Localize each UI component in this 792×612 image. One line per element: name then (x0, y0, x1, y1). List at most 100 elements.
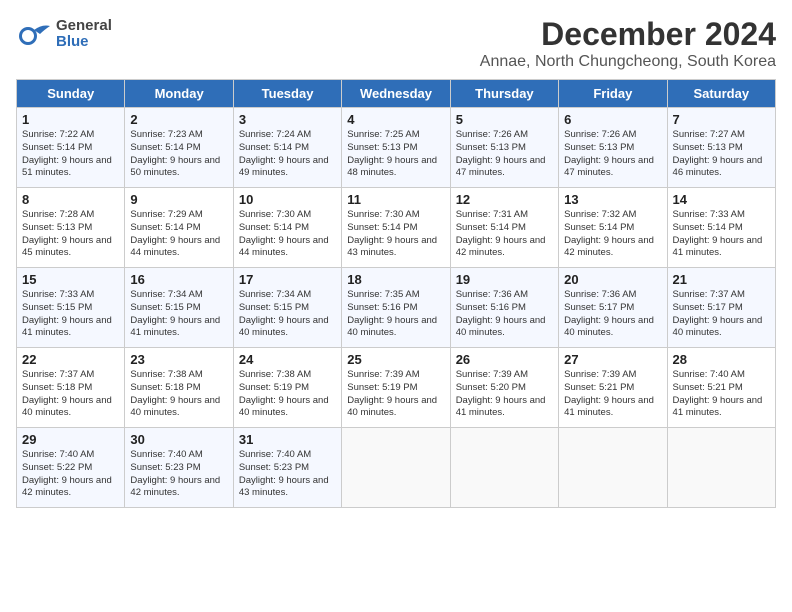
day-info: Sunrise: 7:34 AM Sunset: 5:15 PM Dayligh… (130, 289, 227, 340)
day-info: Sunrise: 7:30 AM Sunset: 5:14 PM Dayligh… (239, 209, 336, 260)
calendar-subtitle: Annae, North Chungcheong, South Korea (480, 53, 776, 71)
calendar-cell: 14 Sunrise: 7:33 AM Sunset: 5:14 PM Dayli… (667, 188, 775, 268)
day-number: 31 (239, 432, 336, 447)
day-info: Sunrise: 7:38 AM Sunset: 5:18 PM Dayligh… (130, 369, 227, 420)
calendar-cell: 23 Sunrise: 7:38 AM Sunset: 5:18 PM Dayli… (125, 348, 233, 428)
calendar-cell: 31 Sunrise: 7:40 AM Sunset: 5:23 PM Dayli… (233, 428, 341, 508)
day-number: 23 (130, 352, 227, 367)
day-info: Sunrise: 7:30 AM Sunset: 5:14 PM Dayligh… (347, 209, 444, 260)
day-info: Sunrise: 7:34 AM Sunset: 5:15 PM Dayligh… (239, 289, 336, 340)
day-number: 26 (456, 352, 553, 367)
weekday-header: Wednesday (342, 80, 450, 108)
day-number: 6 (564, 112, 661, 127)
calendar-cell: 18 Sunrise: 7:35 AM Sunset: 5:16 PM Dayli… (342, 268, 450, 348)
logo: General Blue (16, 16, 112, 52)
day-info: Sunrise: 7:29 AM Sunset: 5:14 PM Dayligh… (130, 209, 227, 260)
day-number: 3 (239, 112, 336, 127)
calendar-table: SundayMondayTuesdayWednesdayThursdayFrid… (16, 79, 776, 508)
day-info: Sunrise: 7:39 AM Sunset: 5:20 PM Dayligh… (456, 369, 553, 420)
weekday-header: Thursday (450, 80, 558, 108)
calendar-cell: 21 Sunrise: 7:37 AM Sunset: 5:17 PM Dayli… (667, 268, 775, 348)
day-info: Sunrise: 7:27 AM Sunset: 5:13 PM Dayligh… (673, 129, 770, 180)
day-info: Sunrise: 7:40 AM Sunset: 5:21 PM Dayligh… (673, 369, 770, 420)
page-header: General Blue December 2024 Annae, North … (16, 16, 776, 71)
day-info: Sunrise: 7:24 AM Sunset: 5:14 PM Dayligh… (239, 129, 336, 180)
calendar-cell (342, 428, 450, 508)
day-info: Sunrise: 7:39 AM Sunset: 5:19 PM Dayligh… (347, 369, 444, 420)
calendar-cell: 1Sunrise: 7:22 AM Sunset: 5:14 PM Daylig… (17, 108, 125, 188)
logo-text: General Blue (56, 18, 112, 51)
day-info: Sunrise: 7:33 AM Sunset: 5:15 PM Dayligh… (22, 289, 119, 340)
calendar-week-row: 29Sunrise: 7:40 AM Sunset: 5:22 PM Dayli… (17, 428, 776, 508)
logo-icon (16, 16, 52, 52)
calendar-cell: 4Sunrise: 7:25 AM Sunset: 5:13 PM Daylig… (342, 108, 450, 188)
day-info: Sunrise: 7:40 AM Sunset: 5:22 PM Dayligh… (22, 449, 119, 500)
day-info: Sunrise: 7:36 AM Sunset: 5:17 PM Dayligh… (564, 289, 661, 340)
calendar-cell: 22 Sunrise: 7:37 AM Sunset: 5:18 PM Dayli… (17, 348, 125, 428)
calendar-cell: 24Sunrise: 7:38 AM Sunset: 5:19 PM Dayli… (233, 348, 341, 428)
title-section: December 2024 Annae, North Chungcheong, … (480, 16, 776, 71)
calendar-title: December 2024 (480, 16, 776, 53)
calendar-cell (667, 428, 775, 508)
calendar-cell (559, 428, 667, 508)
day-info: Sunrise: 7:31 AM Sunset: 5:14 PM Dayligh… (456, 209, 553, 260)
day-number: 8 (22, 192, 119, 207)
day-number: 25 (347, 352, 444, 367)
calendar-cell: 16Sunrise: 7:34 AM Sunset: 5:15 PM Dayli… (125, 268, 233, 348)
calendar-week-row: 8 Sunrise: 7:28 AM Sunset: 5:13 PM Daylig… (17, 188, 776, 268)
day-info: Sunrise: 7:37 AM Sunset: 5:17 PM Dayligh… (673, 289, 770, 340)
day-info: Sunrise: 7:37 AM Sunset: 5:18 PM Dayligh… (22, 369, 119, 420)
day-info: Sunrise: 7:23 AM Sunset: 5:14 PM Dayligh… (130, 129, 227, 180)
calendar-cell: 29Sunrise: 7:40 AM Sunset: 5:22 PM Dayli… (17, 428, 125, 508)
calendar-cell: 13 Sunrise: 7:32 AM Sunset: 5:14 PM Dayli… (559, 188, 667, 268)
day-info: Sunrise: 7:40 AM Sunset: 5:23 PM Dayligh… (239, 449, 336, 500)
calendar-cell: 12 Sunrise: 7:31 AM Sunset: 5:14 PM Dayli… (450, 188, 558, 268)
day-number: 14 (673, 192, 770, 207)
day-number: 9 (130, 192, 227, 207)
day-info: Sunrise: 7:33 AM Sunset: 5:14 PM Dayligh… (673, 209, 770, 260)
weekday-header: Tuesday (233, 80, 341, 108)
weekday-header-row: SundayMondayTuesdayWednesdayThursdayFrid… (17, 80, 776, 108)
calendar-cell: 28Sunrise: 7:40 AM Sunset: 5:21 PM Dayli… (667, 348, 775, 428)
day-number: 19 (456, 272, 553, 287)
day-info: Sunrise: 7:40 AM Sunset: 5:23 PM Dayligh… (130, 449, 227, 500)
day-number: 2 (130, 112, 227, 127)
calendar-cell: 6 Sunrise: 7:26 AM Sunset: 5:13 PM Daylig… (559, 108, 667, 188)
day-number: 21 (673, 272, 770, 287)
calendar-week-row: 15 Sunrise: 7:33 AM Sunset: 5:15 PM Dayli… (17, 268, 776, 348)
day-number: 18 (347, 272, 444, 287)
day-info: Sunrise: 7:38 AM Sunset: 5:19 PM Dayligh… (239, 369, 336, 420)
day-info: Sunrise: 7:26 AM Sunset: 5:13 PM Dayligh… (564, 129, 661, 180)
day-number: 22 (22, 352, 119, 367)
day-info: Sunrise: 7:36 AM Sunset: 5:16 PM Dayligh… (456, 289, 553, 340)
calendar-cell: 8 Sunrise: 7:28 AM Sunset: 5:13 PM Daylig… (17, 188, 125, 268)
day-info: Sunrise: 7:35 AM Sunset: 5:16 PM Dayligh… (347, 289, 444, 340)
day-number: 13 (564, 192, 661, 207)
day-number: 1 (22, 112, 119, 127)
calendar-cell: 3 Sunrise: 7:24 AM Sunset: 5:14 PM Daylig… (233, 108, 341, 188)
day-info: Sunrise: 7:28 AM Sunset: 5:13 PM Dayligh… (22, 209, 119, 260)
day-info: Sunrise: 7:32 AM Sunset: 5:14 PM Dayligh… (564, 209, 661, 260)
day-number: 10 (239, 192, 336, 207)
calendar-cell: 20Sunrise: 7:36 AM Sunset: 5:17 PM Dayli… (559, 268, 667, 348)
calendar-cell: 17Sunrise: 7:34 AM Sunset: 5:15 PM Dayli… (233, 268, 341, 348)
day-number: 15 (22, 272, 119, 287)
calendar-cell: 26 Sunrise: 7:39 AM Sunset: 5:20 PM Dayli… (450, 348, 558, 428)
logo-line1: General (56, 18, 112, 35)
calendar-cell: 11 Sunrise: 7:30 AM Sunset: 5:14 PM Dayli… (342, 188, 450, 268)
weekday-header: Saturday (667, 80, 775, 108)
calendar-cell: 19 Sunrise: 7:36 AM Sunset: 5:16 PM Dayli… (450, 268, 558, 348)
day-number: 30 (130, 432, 227, 447)
day-number: 12 (456, 192, 553, 207)
weekday-header: Monday (125, 80, 233, 108)
calendar-cell: 9 Sunrise: 7:29 AM Sunset: 5:14 PM Daylig… (125, 188, 233, 268)
weekday-header: Friday (559, 80, 667, 108)
day-number: 5 (456, 112, 553, 127)
day-number: 11 (347, 192, 444, 207)
day-number: 27 (564, 352, 661, 367)
calendar-week-row: 1Sunrise: 7:22 AM Sunset: 5:14 PM Daylig… (17, 108, 776, 188)
day-number: 7 (673, 112, 770, 127)
calendar-cell: 30 Sunrise: 7:40 AM Sunset: 5:23 PM Dayli… (125, 428, 233, 508)
calendar-cell: 7 Sunrise: 7:27 AM Sunset: 5:13 PM Daylig… (667, 108, 775, 188)
calendar-cell: 27Sunrise: 7:39 AM Sunset: 5:21 PM Dayli… (559, 348, 667, 428)
